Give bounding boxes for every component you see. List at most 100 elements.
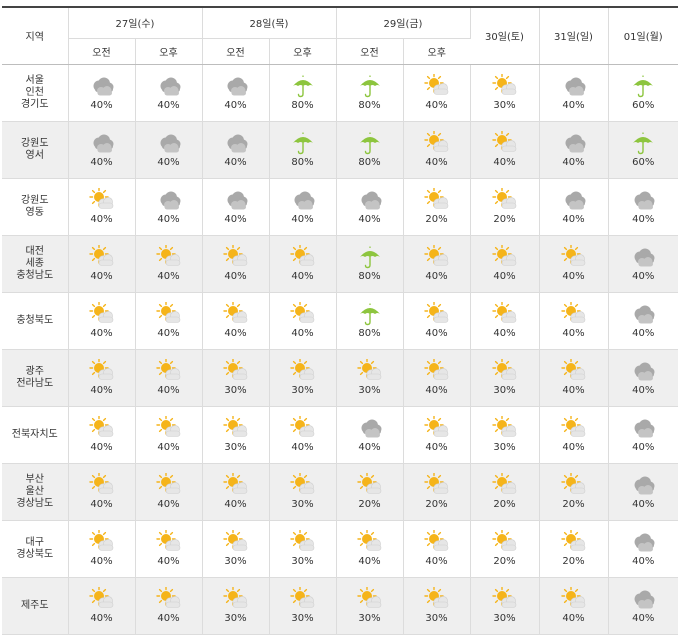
partly-cloudy-icon [88,473,113,494]
precip-percent: 40% [224,499,247,510]
forecast-cell: 40% [539,64,609,121]
cloudy-icon [160,77,180,96]
forecast-cell: 40% [403,121,471,178]
partly-cloudy-icon [491,530,516,551]
partly-cloudy-icon [289,245,314,266]
forecast-cell: 40% [608,178,678,235]
forecast-cell: 30% [202,349,270,406]
forecast-cell: 20% [336,463,404,520]
precip-percent: 40% [291,271,314,282]
precip-percent: 40% [425,271,448,282]
precip-percent: 40% [493,328,516,339]
precip-percent: 40% [90,613,113,624]
partly-cloudy-icon [491,416,516,437]
forecast-cell: 40% [135,349,203,406]
precip-percent: 40% [358,556,381,567]
day-header: 27일(수) [68,6,203,39]
forecast-cell: 40% [135,406,203,463]
precip-percent: 40% [90,385,113,396]
precip-percent: 40% [632,499,655,510]
forecast-cell: 40% [269,406,337,463]
partly-cloudy-icon [356,530,381,551]
umbrella-icon [359,246,380,269]
forecast-cell: 30% [470,577,540,634]
region-name: 부산 울산 경상남도 [2,463,69,520]
partly-cloudy-icon [491,302,516,323]
forecast-cell: 20% [539,520,609,577]
forecast-cell: 40% [403,349,471,406]
partly-cloudy-icon [155,302,180,323]
partly-cloudy-icon [491,188,516,209]
precip-percent: 40% [562,271,585,282]
partly-cloudy-icon [155,530,180,551]
precip-percent: 40% [90,214,113,225]
forecast-cell: 20% [403,463,471,520]
region-name: 광주 전라남도 [2,349,69,406]
forecast-cell: 30% [336,349,404,406]
precip-percent: 40% [291,214,314,225]
precip-percent: 40% [425,385,448,396]
partly-cloudy-icon [222,416,247,437]
cloudy-icon [227,77,247,96]
partly-cloudy-icon [491,74,516,95]
partly-cloudy-icon [289,587,314,608]
precip-percent: 30% [291,499,314,510]
cloudy-icon [634,590,655,609]
region-name: 대전 세종 충청남도 [2,235,69,292]
forecast-cell: 40% [202,235,270,292]
precip-percent: 80% [358,271,381,282]
forecast-cell: 60% [608,121,678,178]
umbrella-icon [633,75,654,98]
partly-cloudy-icon [155,416,180,437]
forecast-cell: 40% [135,178,203,235]
precip-percent: 40% [157,271,180,282]
forecast-cell: 30% [336,577,404,634]
forecast-cell: 40% [202,292,270,349]
forecast-cell: 40% [403,292,471,349]
partly-cloudy-icon [560,302,585,323]
cloudy-icon [160,134,180,153]
partly-cloudy-icon [155,359,180,380]
precip-percent: 40% [632,271,655,282]
pm-header: 오후 [269,38,337,65]
table-row: 강원도 영동 40% 40% 40% 40% 40% 20% 20% 40% 40% [2,178,678,235]
table-row: 대전 세종 충청남도 40% 40% 40% 40% 80% 40% 40% 40% 40% [2,235,678,292]
precip-percent: 40% [90,328,113,339]
partly-cloudy-icon [222,245,247,266]
partly-cloudy-icon [423,302,448,323]
umbrella-icon [359,132,380,155]
region-header: 지역 [2,6,69,65]
precip-percent: 40% [562,100,585,111]
partly-cloudy-icon [289,473,314,494]
cloudy-icon [634,362,655,381]
precip-percent: 40% [358,214,381,225]
precip-percent: 60% [632,157,655,168]
forecast-cell: 60% [608,64,678,121]
forecast-cell: 40% [336,520,404,577]
precip-percent: 40% [358,442,381,453]
forecast-cell: 30% [202,406,270,463]
forecast-cell: 40% [608,235,678,292]
partly-cloudy-icon [222,302,247,323]
partly-cloudy-icon [423,131,448,152]
partly-cloudy-icon [491,359,516,380]
precip-percent: 40% [224,271,247,282]
partly-cloudy-icon [491,473,516,494]
partly-cloudy-icon [560,473,585,494]
partly-cloudy-icon [289,530,314,551]
partly-cloudy-icon [423,359,448,380]
am-header: 오전 [336,38,404,65]
precip-percent: 20% [493,556,516,567]
cloudy-icon [227,191,247,210]
umbrella-icon [292,75,313,98]
precip-percent: 40% [493,271,516,282]
precip-percent: 40% [157,385,180,396]
forecast-cell: 40% [539,235,609,292]
forecast-cell: 30% [269,577,337,634]
cloudy-icon [294,191,314,210]
region-name: 제주도 [2,577,69,634]
day-header: 01일(월) [608,6,678,65]
forecast-cell: 20% [470,520,540,577]
forecast-cell: 40% [135,520,203,577]
forecast-cell: 30% [470,349,540,406]
